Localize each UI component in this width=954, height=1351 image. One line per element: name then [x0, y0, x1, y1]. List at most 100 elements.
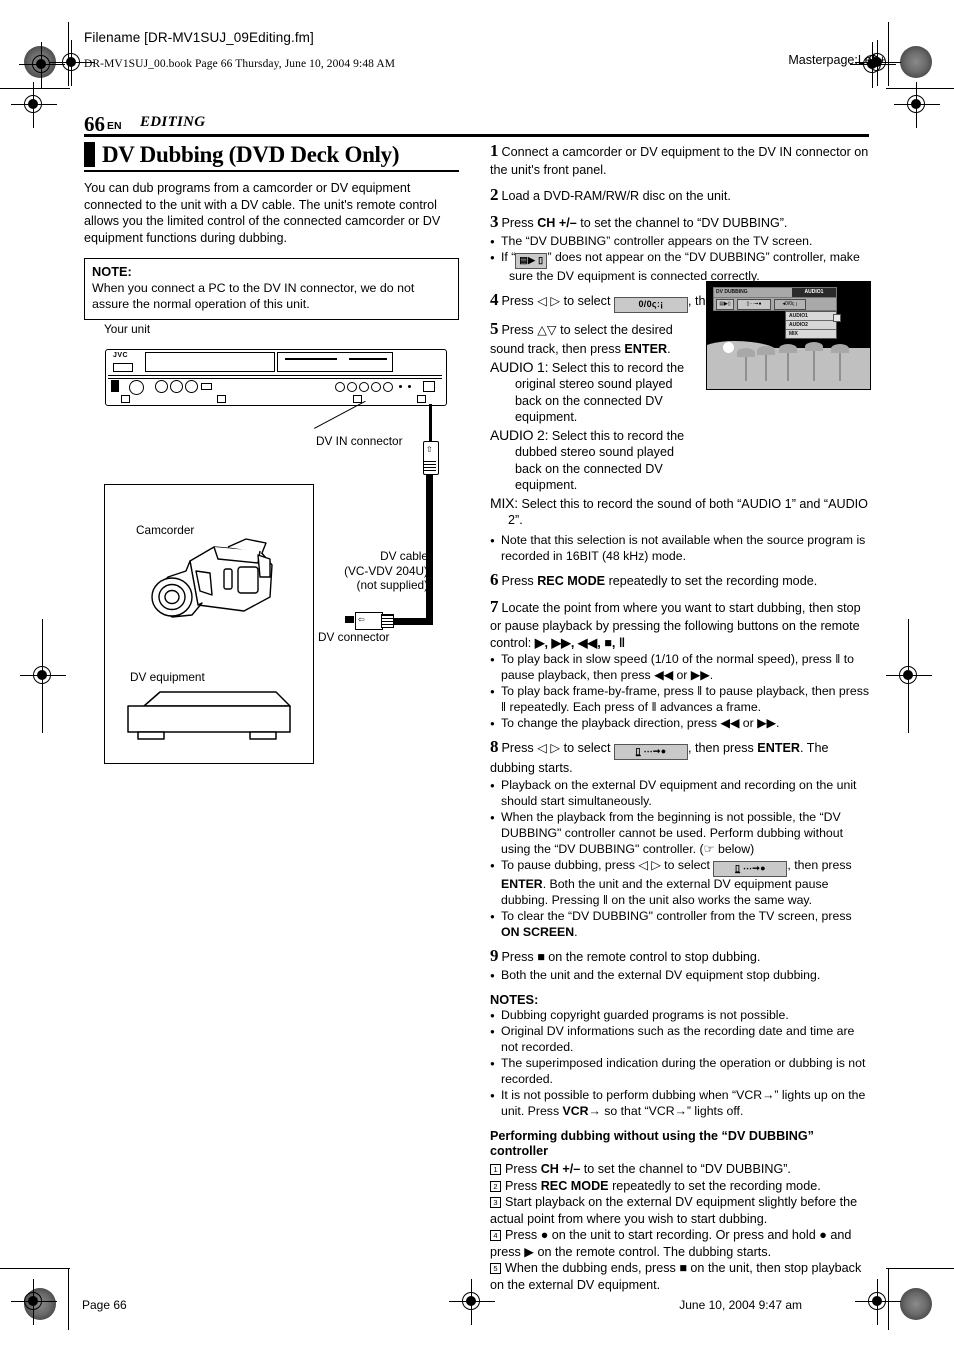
step-8-key-enter: ENTER: [757, 741, 800, 756]
section-rule: [84, 170, 459, 172]
step-7-buttons-icons: ▶, ▶▶, ◀◀, ■, ‖: [534, 635, 626, 650]
notes-item-4-a: It is not possible to perform dubbing wh…: [501, 1087, 866, 1102]
without-step-5-number: 5: [490, 1263, 501, 1275]
dubbing-start-chip-icon[interactable]: ▯̲ ⋯➞●: [613, 744, 688, 761]
osd-title-row: DV DUBBING AUDIO1: [713, 287, 837, 298]
without-step-1: 1 Press CH +/– to set the channel to “DV …: [490, 1161, 870, 1177]
audio-2-label: AUDIO 2:: [490, 426, 549, 443]
dv-cable-segment: [426, 474, 433, 622]
title-rule: [84, 134, 869, 137]
osd-audio-select-icon[interactable]: ◂0/0ς ¡: [774, 298, 806, 310]
unit-indicator-2: [408, 385, 411, 388]
header-bookline: DR-MV1SUJ_00.book Page 66 Thursday, June…: [84, 58, 396, 70]
step-3-bullet-2-a: If “: [501, 250, 516, 265]
notes-item-4-key: VCR→: [562, 1103, 601, 1118]
audio-2-definition: AUDIO 2: Select this to record the dubbe…: [490, 426, 695, 494]
mix-note-bullet: Note that this selection is not availabl…: [490, 533, 870, 565]
tv-screen-capture: DV DUBBING AUDIO1 ▤▶▯ ▯⋯➞● ◂0/0ς ¡ AUDIO…: [706, 281, 871, 390]
unit-tray-left: [145, 352, 275, 372]
tv-palm-5: [831, 344, 849, 381]
unit-label-plate: [201, 383, 212, 390]
step-8-bullet-3: To pause dubbing, press ◁ ▷ to select ▯̲…: [490, 858, 870, 909]
step-3-text-b: to set the channel to “DV DUBBING”.: [576, 216, 788, 231]
dv-plug-arrow-icon: ⇧: [426, 445, 433, 454]
unit-av-jack-2: [170, 380, 183, 393]
step-8-bullet-4: To clear the “DV DUBBING" controller fro…: [490, 909, 870, 941]
without-step-1-number: 1: [490, 1164, 501, 1176]
step-2-number: 2: [490, 184, 499, 204]
step-1-number: 1: [490, 141, 499, 160]
osd-menu-item-audio2[interactable]: AUDIO2: [786, 321, 836, 330]
without-step-5: 5 When the dubbing ends, press ■ on the u…: [490, 1260, 870, 1293]
step-9: 9 Press ■ on the remote control to stop d…: [490, 945, 870, 967]
notes-item-4-c: so that “VCR→” lights off.: [600, 1103, 744, 1118]
section-intro: You can dub programs from a camcorder or…: [84, 181, 441, 246]
osd-cursor-icon: [833, 314, 841, 322]
unit-display-bar-1: [285, 358, 337, 360]
unit-small-display: [113, 363, 133, 372]
audio-select-chip-icon[interactable]: 0/0ςː¡: [613, 297, 688, 314]
manual-page: Filename [DR-MV1SUJ_09Editing.fm] DR-MV1…: [0, 0, 954, 1351]
unit-button-2: [347, 382, 357, 392]
dv-cable-line-1: DV cable: [380, 549, 428, 563]
crop-line-left-lower: [68, 1268, 69, 1330]
unit-left-slot: [111, 380, 119, 392]
step-8-b3-d: . Both the unit and the external DV equi…: [501, 876, 829, 907]
unit-shelf-line-2: [108, 378, 442, 379]
step-8-b3-c: , then press: [787, 857, 852, 872]
unit-button-4: [371, 382, 381, 392]
without-step-4-number: 4: [490, 1230, 501, 1242]
dv-equipment-illustration: [127, 691, 291, 740]
section-title: DV Dubbing (DVD Deck Only): [102, 142, 400, 167]
audio-1-label: AUDIO 1:: [490, 359, 549, 375]
step-6-key: REC MODE: [537, 573, 606, 588]
step-7-bullet-3: To change the playback direction, press …: [490, 716, 870, 732]
dv-cable-line-2: (VC-VDV 204U): [344, 563, 428, 578]
unit-av-jack-3: [185, 380, 198, 393]
osd-audio-dropdown[interactable]: AUDIO1 AUDIO2 MIX: [785, 311, 837, 339]
without-step-1-a: Press: [505, 1162, 541, 1177]
step-3-bullet-2: If “▤▶ ▯” does not appear on the “DV DUB…: [490, 250, 870, 285]
notes-item-4: It is not possible to perform dubbing wh…: [490, 1088, 870, 1120]
step-8-b3-b: to select: [660, 857, 714, 872]
step-2-text: Load a DVD-RAM/RW/R disc on the unit.: [501, 188, 731, 203]
notes-item-3: The superimposed indication during the o…: [490, 1056, 870, 1088]
without-step-3-a: Start playback on the external DV equipm…: [490, 1195, 858, 1226]
osd-dv-source-icon[interactable]: ▤▶▯: [716, 298, 734, 310]
dv-plug-arrow-icon-lower: ⇦: [358, 615, 365, 624]
without-step-2-b: repeatedly to set the recording mode.: [608, 1178, 821, 1193]
step-7-bullet-1: To play back in slow speed (1/10 of the …: [490, 652, 870, 684]
step-8-text-c: , then press: [687, 741, 758, 756]
figure-label-dv-cable: DV cable (VC-VDV 204U) (not supplied): [318, 549, 428, 593]
left-right-arrow-icon: ◁ ▷: [537, 294, 561, 309]
tv-sun: [723, 342, 734, 353]
osd-button-row: ▤▶▯ ▯⋯➞● ◂0/0ς ¡: [713, 298, 837, 311]
without-step-2-a: Press: [505, 1178, 541, 1193]
step-3-bullet-2-b: ” does not appear on the “DV DUBBING” co…: [547, 250, 860, 265]
step-9-bullet: Both the unit and the external DV equipm…: [490, 968, 870, 984]
unit-dv-in-port[interactable]: [423, 381, 435, 392]
osd-dub-start-icon[interactable]: ▯⋯➞●: [737, 298, 771, 310]
dv-dubbing-controller-osd: DV DUBBING AUDIO1 ▤▶▯ ▯⋯➞● ◂0/0ς ¡ AUDIO…: [713, 287, 841, 339]
unit-foot-1: [121, 395, 130, 403]
without-step-1-key: CH +/–: [540, 1162, 581, 1177]
step-6-text-b: repeatedly to set the recording mode.: [605, 573, 818, 588]
step-8: 8 Press ◁ ▷ to select ▯̲ ⋯➞●, then press …: [490, 736, 870, 776]
unit-shelf-line-1: [108, 375, 442, 377]
step-4-text-a: Press: [501, 294, 538, 309]
step-3-text-a: Press: [501, 216, 538, 231]
unit-front-panel-illustration: JVC: [105, 349, 447, 406]
osd-menu-item-mix[interactable]: MIX: [786, 330, 836, 338]
step-8-b3-arrow-icon: ◁ ▷: [638, 857, 661, 872]
dv-cable-line-to-unit: [429, 404, 432, 444]
step-9-text: Press ■ on the remote control to stop du…: [501, 949, 761, 964]
osd-menu-item-audio1[interactable]: AUDIO1: [786, 312, 836, 321]
step-5-text-c: .: [667, 341, 671, 356]
header-masterpage: Masterpage:Left+: [788, 53, 886, 67]
tv-palm-1: [737, 348, 755, 381]
up-down-arrow-icon: △▽: [537, 323, 557, 338]
step-6-number: 6: [490, 569, 499, 589]
dv-plug-grip-upper: [424, 461, 436, 471]
dubbing-pause-chip-icon[interactable]: ▯̲ ⋯➞●: [713, 860, 788, 877]
without-heading-line-1: Performing dubbing without using the “DV…: [490, 1128, 814, 1143]
